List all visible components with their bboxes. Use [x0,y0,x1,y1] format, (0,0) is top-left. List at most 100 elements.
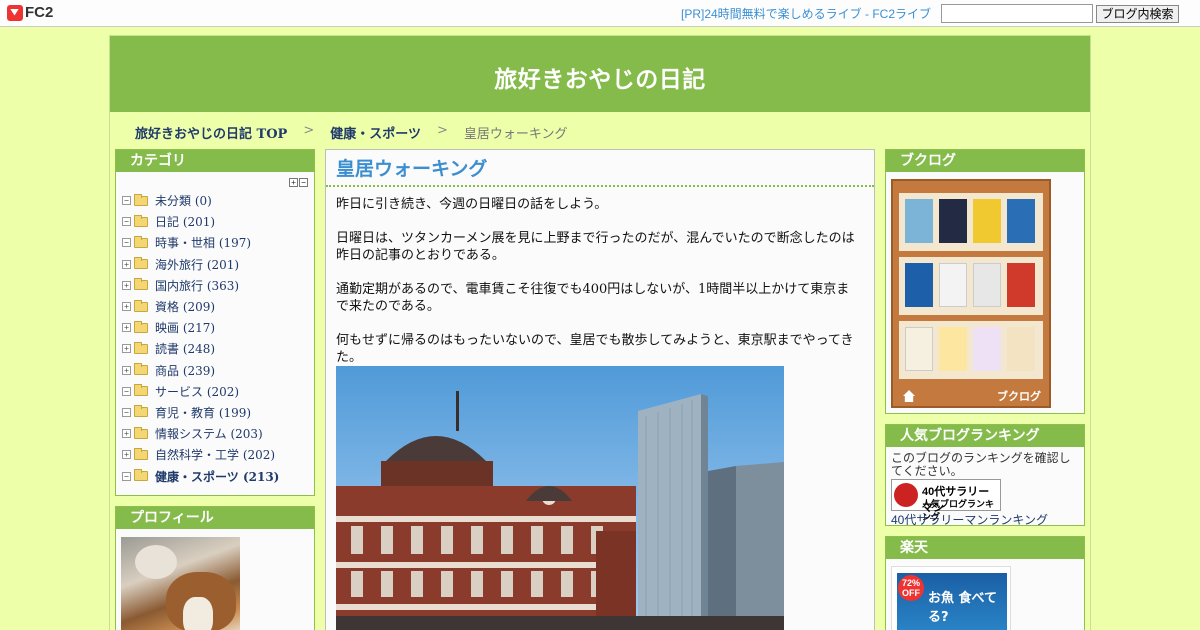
rakuten-ad[interactable]: 72% OFF お魚 食べてる? [891,566,1011,630]
collapse-all-icon[interactable]: − [299,178,308,187]
folder-icon [134,341,148,354]
book-cover[interactable] [973,263,1001,307]
category-item[interactable]: + 国内旅行 (363) [122,275,279,296]
blog-title[interactable]: 旅好きおやじの日記 [110,60,1090,94]
book-cover[interactable] [939,327,967,371]
ranking-heading: 人気ブログランキング [886,425,1084,447]
category-label[interactable]: 情報システム (203) [155,425,263,442]
profile-heading: プロフィール [116,507,314,529]
category-label[interactable]: 国内旅行 (363) [155,277,239,294]
folder-icon [134,214,148,227]
article-title[interactable]: 皇居ウォーキング [336,154,487,181]
category-label[interactable]: 海外旅行 (201) [155,256,239,273]
collapse-icon[interactable]: − [122,196,131,206]
category-item-selected[interactable]: − 健康・スポーツ (213) [122,465,279,486]
category-item[interactable]: − サービス (202) [122,381,279,402]
category-item[interactable]: + 情報システム (203) [122,423,279,444]
expand-icon[interactable]: + [122,429,131,439]
category-item[interactable]: − 育児・教育 (199) [122,402,279,423]
breadcrumb-current: 皇居ウォーキング [463,127,568,142]
category-label[interactable]: 育児・教育 (199) [155,404,251,421]
expand-icon[interactable]: + [122,365,131,375]
expand-icon[interactable]: + [122,344,131,354]
rakuten-heading: 楽天 [886,537,1084,559]
booklog-box: ブクログ ブクログ [885,149,1085,414]
blog-search-button[interactable]: ブログ内検索 [1096,5,1179,23]
category-label[interactable]: 資格 (209) [155,298,215,315]
category-heading: カテゴリ [116,150,314,172]
category-item[interactable]: + 資格 (209) [122,296,279,317]
breadcrumb-category[interactable]: 健康・スポーツ [330,123,421,142]
expand-icon[interactable]: + [122,259,131,269]
discount-badge: 72% OFF [898,575,924,601]
expand-icon[interactable]: + [122,323,131,333]
shelf-row [899,321,1043,379]
book-cover[interactable] [905,263,933,307]
blog-search-input[interactable] [941,4,1093,23]
breadcrumb-home[interactable]: 旅好きおやじの日記 TOP [135,123,287,142]
book-cover[interactable] [1007,199,1035,243]
tokyo-station-photo[interactable] [336,366,784,630]
fc2-logo[interactable]: FC2 [7,4,53,21]
fc2-fox-icon [7,4,23,21]
profile-avatar [121,537,240,630]
expand-icon[interactable]: + [122,302,131,312]
folder-icon [134,299,148,312]
folder-icon [134,278,148,291]
breadcrumb: 旅好きおやじの日記 TOP > 健康・スポーツ > 皇居ウォーキング [135,123,568,142]
expand-icon[interactable]: + [122,450,131,460]
booklog-brand[interactable]: ブクログ [997,388,1041,404]
book-cover[interactable] [973,327,1001,371]
home-icon[interactable] [903,390,915,402]
category-label[interactable]: 未分類 (0) [155,192,212,209]
ranking-box: 人気ブログランキング このブログのランキングを確認してください。 40代サラリー… [885,424,1085,528]
book-cover[interactable] [1007,327,1035,371]
category-label[interactable]: 日記 (201) [155,213,215,230]
category-label[interactable]: 健康・スポーツ (213) [155,468,279,485]
pr-link[interactable]: [PR]24時間無料で楽しめるライブ - FC2ライブ [681,5,931,22]
category-label[interactable]: 商品 (239) [155,362,215,379]
collapse-icon[interactable]: − [122,407,131,417]
category-item[interactable]: − 未分類 (0) [122,190,279,211]
folder-icon [134,363,148,376]
collapse-icon[interactable]: − [122,471,131,481]
category-item[interactable]: + 自然科学・工学 (202) [122,444,279,465]
category-item[interactable]: + 映画 (217) [122,317,279,338]
category-item[interactable]: − 時事・世相 (197) [122,232,279,253]
expand-all-icon[interactable]: + [289,178,298,187]
collapse-icon[interactable]: − [122,217,131,227]
collapse-icon[interactable]: − [122,238,131,248]
folder-icon [134,426,148,439]
book-cover[interactable] [939,263,967,307]
category-label[interactable]: 映画 (217) [155,319,215,336]
ranking-link[interactable]: 40代サラリーマンランキング [891,511,1048,528]
category-label[interactable]: サービス (202) [155,383,239,400]
category-label[interactable]: 読書 (248) [155,340,215,357]
ranking-badge[interactable]: 40代サラリーマン 人気ブログランキング [891,479,1001,522]
article: 皇居ウォーキング 昨日に引き続き、今週の日曜日の話をしよう。 日曜日は、ツタンカ… [325,149,875,630]
book-cover[interactable] [905,327,933,371]
folder-icon [134,257,148,270]
category-label[interactable]: 自然科学・工学 (202) [155,446,275,463]
book-cover[interactable] [973,199,1001,243]
article-paragraph: 通勤定期があるので、電車賃こそ往復でも400円はしないが、1時間半以上かけて東京… [336,282,850,314]
category-label[interactable]: 時事・世相 (197) [155,234,251,251]
book-cover[interactable] [1007,263,1035,307]
ranking-logo-icon [894,483,918,507]
tree-controls: + − [289,178,308,187]
book-cover[interactable] [939,199,967,243]
expand-icon[interactable]: + [122,280,131,290]
shelf-row [899,193,1043,251]
shelf-row [899,257,1043,315]
category-item[interactable]: + 商品 (239) [122,360,279,381]
ranking-text: このブログのランキングを確認してください。 [891,451,1071,478]
category-item[interactable]: − 日記 (201) [122,211,279,232]
collapse-icon[interactable]: − [122,386,131,396]
category-item[interactable]: + 海外旅行 (201) [122,254,279,275]
article-body: 昨日に引き続き、今週の日曜日の話をしよう。 日曜日は、ツタンカーメン展を見に上野… [336,196,856,383]
booklog-shelf[interactable]: ブクログ [891,179,1051,408]
book-cover[interactable] [905,199,933,243]
folder-icon [134,447,148,460]
category-item[interactable]: + 読書 (248) [122,338,279,359]
blog-banner: 旅好きおやじの日記 [110,36,1090,112]
